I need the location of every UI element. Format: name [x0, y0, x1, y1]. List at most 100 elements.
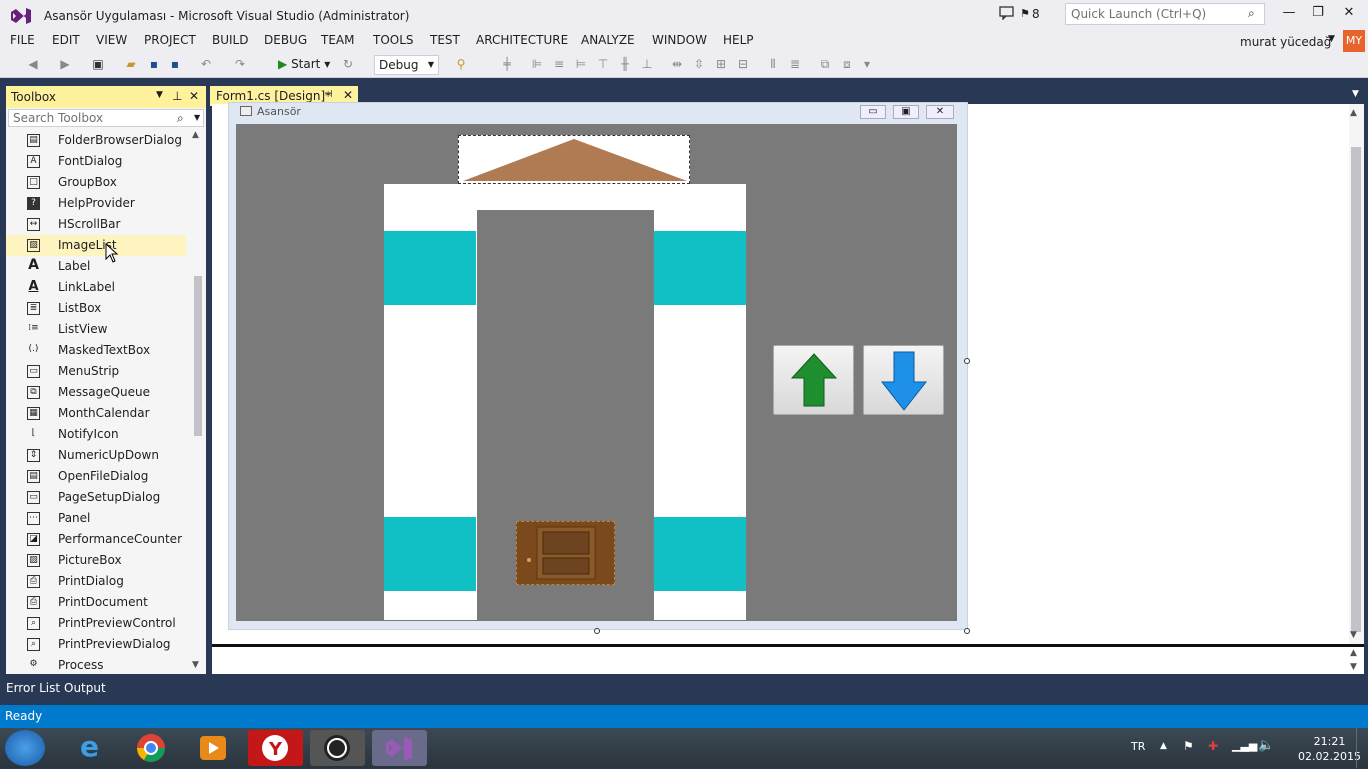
toolbox-item-process[interactable]: ⚙ Process: [6, 655, 186, 676]
chrome-icon[interactable]: [124, 730, 179, 766]
align-center-icon[interactable]: ≡: [552, 57, 566, 71]
notification-flag-icon[interactable]: [999, 6, 1015, 20]
toolbox-item-numericupdown[interactable]: ⇕ NumericUpDown: [6, 445, 186, 466]
toolbox-item-openfiledialog[interactable]: ▤ OpenFileDialog: [6, 466, 186, 487]
find-icon[interactable]: ⚲: [454, 57, 468, 71]
toolbox-item-printdocument[interactable]: ⎙ PrintDocument: [6, 592, 186, 613]
toolbox-item-messagequeue[interactable]: ⧉ MessageQueue: [6, 382, 186, 403]
search-icon[interactable]: ⌕: [1248, 6, 1255, 21]
chevron-down-icon[interactable]: ▼: [1328, 34, 1335, 44]
toolbox-item-listbox[interactable]: ≣ ListBox: [6, 298, 186, 319]
toolbox-item-printdialog[interactable]: ⎙ PrintDialog: [6, 571, 186, 592]
yandex-browser-icon[interactable]: Y: [248, 730, 303, 766]
toolbox-item-notifyicon[interactable]: ⌊ NotifyIcon: [6, 424, 186, 445]
volume-icon[interactable]: 🔈: [1258, 738, 1274, 753]
vertical-spacing-icon[interactable]: ≣: [788, 57, 802, 71]
notification-count[interactable]: 8: [1032, 7, 1040, 21]
menu-file[interactable]: FILE: [10, 33, 35, 47]
toolbox-item-pagesetupdialog[interactable]: ▭ PageSetupDialog: [6, 487, 186, 508]
menu-test[interactable]: TEST: [430, 33, 460, 47]
scroll-down-icon[interactable]: ▼: [1350, 662, 1357, 672]
toolbox-item-hscrollbar[interactable]: ↔ HScrollBar: [6, 214, 186, 235]
floor-marker-top-right[interactable]: [654, 231, 746, 305]
menu-view[interactable]: VIEW: [96, 33, 127, 47]
align-right-icon[interactable]: ⊨: [574, 57, 588, 71]
tab-error-list[interactable]: Error List: [6, 681, 60, 695]
language-indicator[interactable]: TR: [1131, 740, 1145, 753]
pin-icon[interactable]: ⊣: [324, 89, 333, 100]
send-to-back-icon[interactable]: ⧈: [840, 57, 854, 71]
refresh-icon[interactable]: ↻: [341, 57, 355, 71]
internet-explorer-icon[interactable]: e: [62, 730, 117, 766]
horizontal-spacing-icon[interactable]: ⫴: [766, 57, 780, 71]
toolbox-item-printpreviewdialog[interactable]: ⌕ PrintPreviewDialog: [6, 634, 186, 655]
down-button[interactable]: [863, 345, 944, 415]
component-tray[interactable]: [212, 644, 1364, 674]
size-to-grid-icon[interactable]: ⊞: [714, 57, 728, 71]
forward-icon[interactable]: ▶: [58, 57, 72, 71]
make-same-height-icon[interactable]: ⇳: [692, 57, 706, 71]
toolbox-item-imagelist[interactable]: ▨ ImageList: [6, 235, 186, 256]
toolbox-item-printpreviewcontrol[interactable]: ⌕ PrintPreviewControl: [6, 613, 186, 634]
scroll-up-icon[interactable]: ▲: [192, 130, 199, 140]
undo-icon[interactable]: ↶: [199, 57, 213, 71]
toolbox-item-folderbrowserdialog[interactable]: ▤ FolderBrowserDialog: [6, 130, 186, 151]
show-desktop-button[interactable]: [1356, 728, 1368, 768]
show-hidden-icons-icon[interactable]: ▲: [1160, 741, 1167, 751]
toolbox-search-input[interactable]: Search Toolbox: [8, 109, 204, 127]
toolbox-item-helpprovider[interactable]: ? HelpProvider: [6, 193, 186, 214]
make-same-size-icon[interactable]: ⊟: [736, 57, 750, 71]
save-icon[interactable]: ▪: [147, 57, 161, 71]
resize-handle-right[interactable]: [964, 358, 970, 364]
open-file-icon[interactable]: ▰: [124, 57, 138, 71]
toolbox-item-performancecounter[interactable]: ◪ PerformanceCounter: [6, 529, 186, 550]
menu-build[interactable]: BUILD: [212, 33, 248, 47]
resize-handle-corner[interactable]: [964, 628, 970, 634]
scroll-down-icon[interactable]: ▼: [1350, 630, 1357, 640]
menu-debug[interactable]: DEBUG: [264, 33, 307, 47]
start-menu-icon[interactable]: [5, 730, 45, 766]
make-same-width-icon[interactable]: ⇹: [670, 57, 684, 71]
toolbox-item-monthcalendar[interactable]: ▦ MonthCalendar: [6, 403, 186, 424]
taskbar-clock[interactable]: 21:21 02.02.2015: [1298, 734, 1361, 764]
visual-studio-taskbar-icon[interactable]: [372, 730, 427, 766]
save-all-icon[interactable]: ▪: [168, 57, 182, 71]
align-left-icon[interactable]: ⊫: [530, 57, 544, 71]
menu-team[interactable]: TEAM: [321, 33, 354, 47]
roof-picturebox[interactable]: [458, 135, 690, 184]
scroll-down-icon[interactable]: ▼: [192, 660, 199, 670]
minimize-button[interactable]: —: [1278, 5, 1300, 23]
close-icon[interactable]: ✕: [343, 88, 353, 102]
floor-marker-bottom-right[interactable]: [654, 517, 746, 591]
pin-icon[interactable]: ⊥: [172, 89, 182, 103]
floor-marker-bottom-left[interactable]: [384, 517, 476, 591]
up-button[interactable]: [773, 345, 854, 415]
close-button[interactable]: ✕: [1338, 5, 1360, 23]
chevron-down-icon[interactable]: ▼: [194, 113, 200, 122]
media-player-icon[interactable]: [186, 730, 241, 766]
tab-list-dropdown-icon[interactable]: ▼: [1352, 89, 1359, 99]
toolbox-item-panel[interactable]: ⋯ Panel: [6, 508, 186, 529]
start-button[interactable]: ▶ Start ▾: [278, 57, 330, 71]
action-center-flag-icon[interactable]: ⚑: [1183, 739, 1194, 753]
obs-icon[interactable]: [310, 730, 365, 766]
align-top-icon[interactable]: ⊤: [596, 57, 610, 71]
toolbox-item-label-control[interactable]: A Label: [6, 256, 186, 277]
align-bottom-icon[interactable]: ⊥: [640, 57, 654, 71]
avatar[interactable]: MY: [1343, 30, 1365, 52]
designer-scrollbar-thumb[interactable]: [1351, 147, 1361, 632]
floor-marker-top-left[interactable]: [384, 231, 476, 305]
menu-analyze[interactable]: ANALYZE: [581, 33, 635, 47]
toolbox-item-maskedtextbox[interactable]: (.) MaskedTextBox: [6, 340, 186, 361]
tab-output[interactable]: Output: [64, 681, 106, 695]
back-icon[interactable]: ◀: [26, 57, 40, 71]
menu-project[interactable]: PROJECT: [144, 33, 196, 47]
menu-tools[interactable]: TOOLS: [373, 33, 414, 47]
align-grid-icon[interactable]: ╪: [500, 57, 514, 71]
toolbox-item-picturebox[interactable]: ▨ PictureBox: [6, 550, 186, 571]
toolbox-item-groupbox[interactable]: □ GroupBox: [6, 172, 186, 193]
menu-edit[interactable]: EDIT: [52, 33, 80, 47]
user-name[interactable]: murat yücedağ: [1240, 35, 1331, 49]
solution-configuration-select[interactable]: Debug ▼: [374, 55, 439, 75]
toolbox-item-linklabel[interactable]: A LinkLabel: [6, 277, 186, 298]
